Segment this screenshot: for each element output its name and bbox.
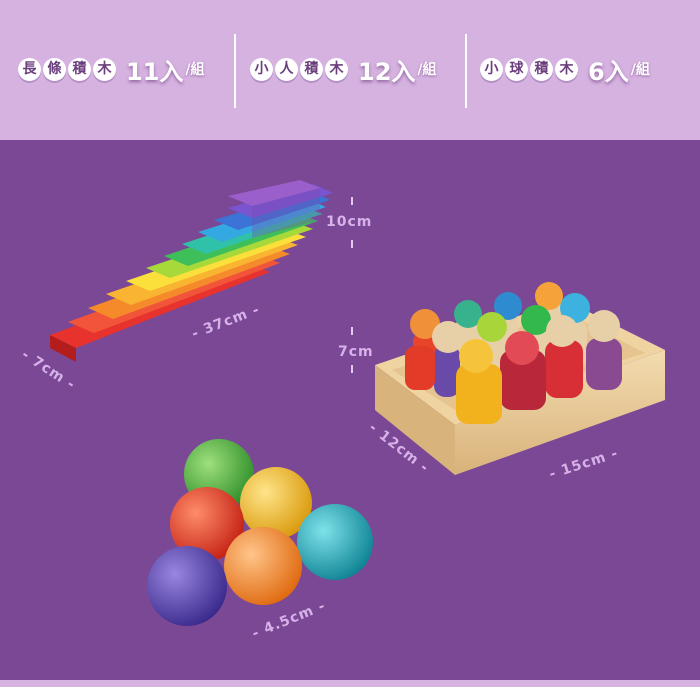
footer-strip <box>0 680 700 687</box>
colored-balls <box>147 439 373 626</box>
people-height-label: 7cm <box>338 344 374 360</box>
blocks-height-label: 10cm <box>326 214 373 230</box>
